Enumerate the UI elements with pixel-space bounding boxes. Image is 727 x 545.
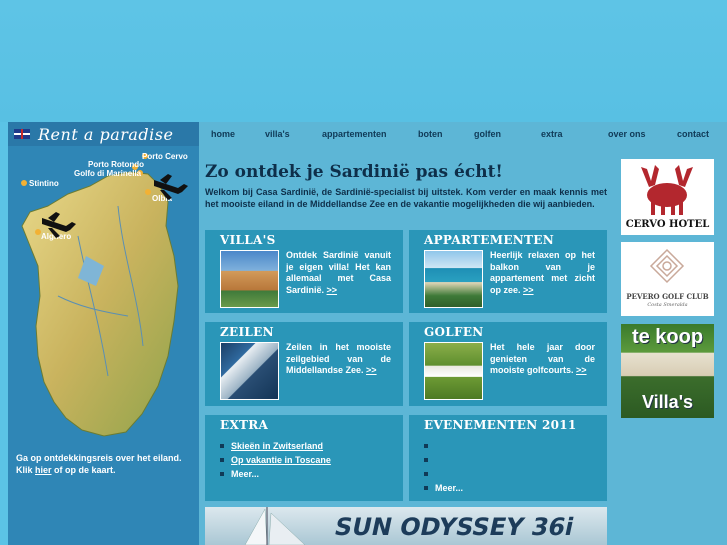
villas-more-link[interactable]: >> (327, 285, 338, 295)
list-item: Skieën in Zwitserland (220, 439, 331, 453)
list-item (424, 453, 463, 467)
golfen-more-link[interactable]: >> (576, 365, 587, 375)
list-item (424, 467, 463, 481)
brand-title: Rent a paradise (38, 124, 174, 144)
nav-boten[interactable]: boten (418, 129, 443, 139)
label-porto-rotondo: Porto Rotondo (88, 160, 144, 169)
nav-contact[interactable]: contact (677, 129, 709, 139)
bullet (424, 472, 428, 476)
nav-appartementen[interactable]: appartementen (322, 129, 387, 139)
map-caption-end: of op de kaart. (51, 465, 116, 475)
marker-olbia[interactable] (145, 189, 151, 195)
island-shape[interactable] (21, 171, 179, 437)
map-here-link[interactable]: hier (35, 465, 52, 475)
zeilen-title: ZEILEN (220, 325, 274, 339)
marker-stintino[interactable] (21, 180, 27, 186)
villas-box: VILLA'S Ontdek Sardinië vanuit je eigen … (205, 230, 403, 313)
bullet (220, 444, 224, 448)
cervo-logo-icon (641, 165, 693, 215)
appartementen-box: APPARTEMENTEN Heerlijk relaxen op het ba… (409, 230, 607, 313)
te-koop-villas-ad[interactable]: te koop Villa's (621, 324, 714, 418)
appartementen-more-link[interactable]: >> (523, 285, 534, 295)
pevero-subcaption: Costa Smeralda (647, 302, 688, 308)
nav-golfen[interactable]: golfen (474, 129, 501, 139)
sun-odyssey-banner[interactable]: SUN ODYSSEY 36i (205, 507, 607, 545)
pevero-logo-icon (649, 248, 685, 284)
label-golfo-marinella: Golfo di Marinella (74, 169, 142, 178)
cervo-hotel-caption: CERVO HOTEL (625, 219, 710, 230)
events-list: Meer... (424, 439, 463, 495)
sailing-photo[interactable] (220, 342, 279, 400)
extra-link-skieen[interactable]: Skieën in Zwitserland (231, 439, 323, 453)
evenementen-title: EVENEMENTEN 2011 (424, 418, 577, 432)
top-background (0, 0, 727, 122)
nav-over-ons[interactable]: over ons (608, 129, 646, 139)
list-item: Meer... (424, 481, 463, 495)
bullet (424, 458, 428, 462)
bullet (424, 486, 428, 490)
list-item: Meer... (220, 467, 331, 481)
nav-home[interactable]: home (211, 129, 235, 139)
zeilen-more-link[interactable]: >> (366, 365, 377, 375)
extra-more-link[interactable]: Meer... (231, 467, 259, 481)
villa-photo[interactable] (220, 250, 279, 308)
appartementen-desc: Heerlijk relaxen op het balkon van je ap… (490, 250, 595, 295)
villas-title: VILLA'S (220, 233, 276, 247)
right-column: CERVO HOTEL PEVERO GOLF CLUB Costa Smera… (614, 146, 727, 545)
appartementen-title: APPARTEMENTEN (424, 233, 554, 247)
evenementen-box: EVENEMENTEN 2011 Meer... (409, 415, 607, 501)
site-container: Rent a paradise Porto Cervo Porto Rotond… (8, 122, 727, 545)
bullet (220, 458, 224, 462)
bullet (220, 472, 224, 476)
zeilen-text: Zeilen in het mooiste zeilgebied van de … (286, 342, 391, 377)
label-stintino: Stintino (29, 179, 59, 188)
page-title: Zo ontdek je Sardinië pas écht! (205, 162, 503, 182)
golf-photo[interactable] (424, 342, 483, 400)
pevero-golf-ad[interactable]: PEVERO GOLF CLUB Costa Smeralda (621, 242, 714, 316)
zeilen-box: ZEILEN Zeilen in het mooiste zeilgebied … (205, 322, 403, 406)
main-nav: home villa's appartementen boten golfen … (199, 122, 727, 146)
pevero-caption: PEVERO GOLF CLUB (626, 292, 709, 301)
intro-text: Welkom bij Casa Sardinië, de Sardinië-sp… (205, 187, 607, 209)
left-column: Rent a paradise Porto Cervo Porto Rotond… (8, 122, 199, 545)
events-more-link[interactable]: Meer... (435, 481, 463, 495)
te-koop-text: te koop (631, 326, 704, 348)
sardinia-map[interactable]: Porto Cervo Porto Rotondo Golfo di Marin… (8, 146, 199, 446)
villas-ad-text: Villa's (642, 392, 693, 412)
list-item (424, 439, 463, 453)
nav-villas[interactable]: villa's (265, 129, 290, 139)
main-content: Zo ontdek je Sardinië pas écht! Welkom b… (199, 146, 614, 545)
bullet (424, 444, 428, 448)
extra-link-toscane[interactable]: Op vakantie in Toscane (231, 453, 331, 467)
uk-flag-icon[interactable] (14, 129, 30, 139)
nav-extra[interactable]: extra (541, 129, 563, 139)
golfen-box: GOLFEN Het hele jaar door genieten van d… (409, 322, 607, 406)
golfen-text: Het hele jaar door genieten van de moois… (490, 342, 595, 377)
extra-box: EXTRA Skieën in Zwitserland Op vakantie … (205, 415, 403, 501)
cervo-hotel-ad[interactable]: CERVO HOTEL (621, 159, 714, 235)
list-item: Op vakantie in Toscane (220, 453, 331, 467)
villas-text: Ontdek Sardinië vanuit je eigen villa! H… (286, 250, 391, 296)
banner-text: SUN ODYSSEY 36i (332, 513, 577, 541)
apartment-photo[interactable] (424, 250, 483, 308)
extra-list: Skieën in Zwitserland Op vakantie in Tos… (220, 439, 331, 481)
map-caption: Ga op ontdekkingsreis over het eiland. K… (16, 452, 196, 476)
golfen-title: GOLFEN (424, 325, 484, 339)
appartementen-text: Heerlijk relaxen op het balkon van je ap… (490, 250, 595, 296)
brand-bar: Rent a paradise (8, 122, 199, 146)
villas-desc: Ontdek Sardinië vanuit je eigen villa! H… (286, 250, 391, 295)
label-porto-cervo: Porto Cervo (142, 152, 188, 161)
extra-title: EXTRA (220, 418, 269, 432)
